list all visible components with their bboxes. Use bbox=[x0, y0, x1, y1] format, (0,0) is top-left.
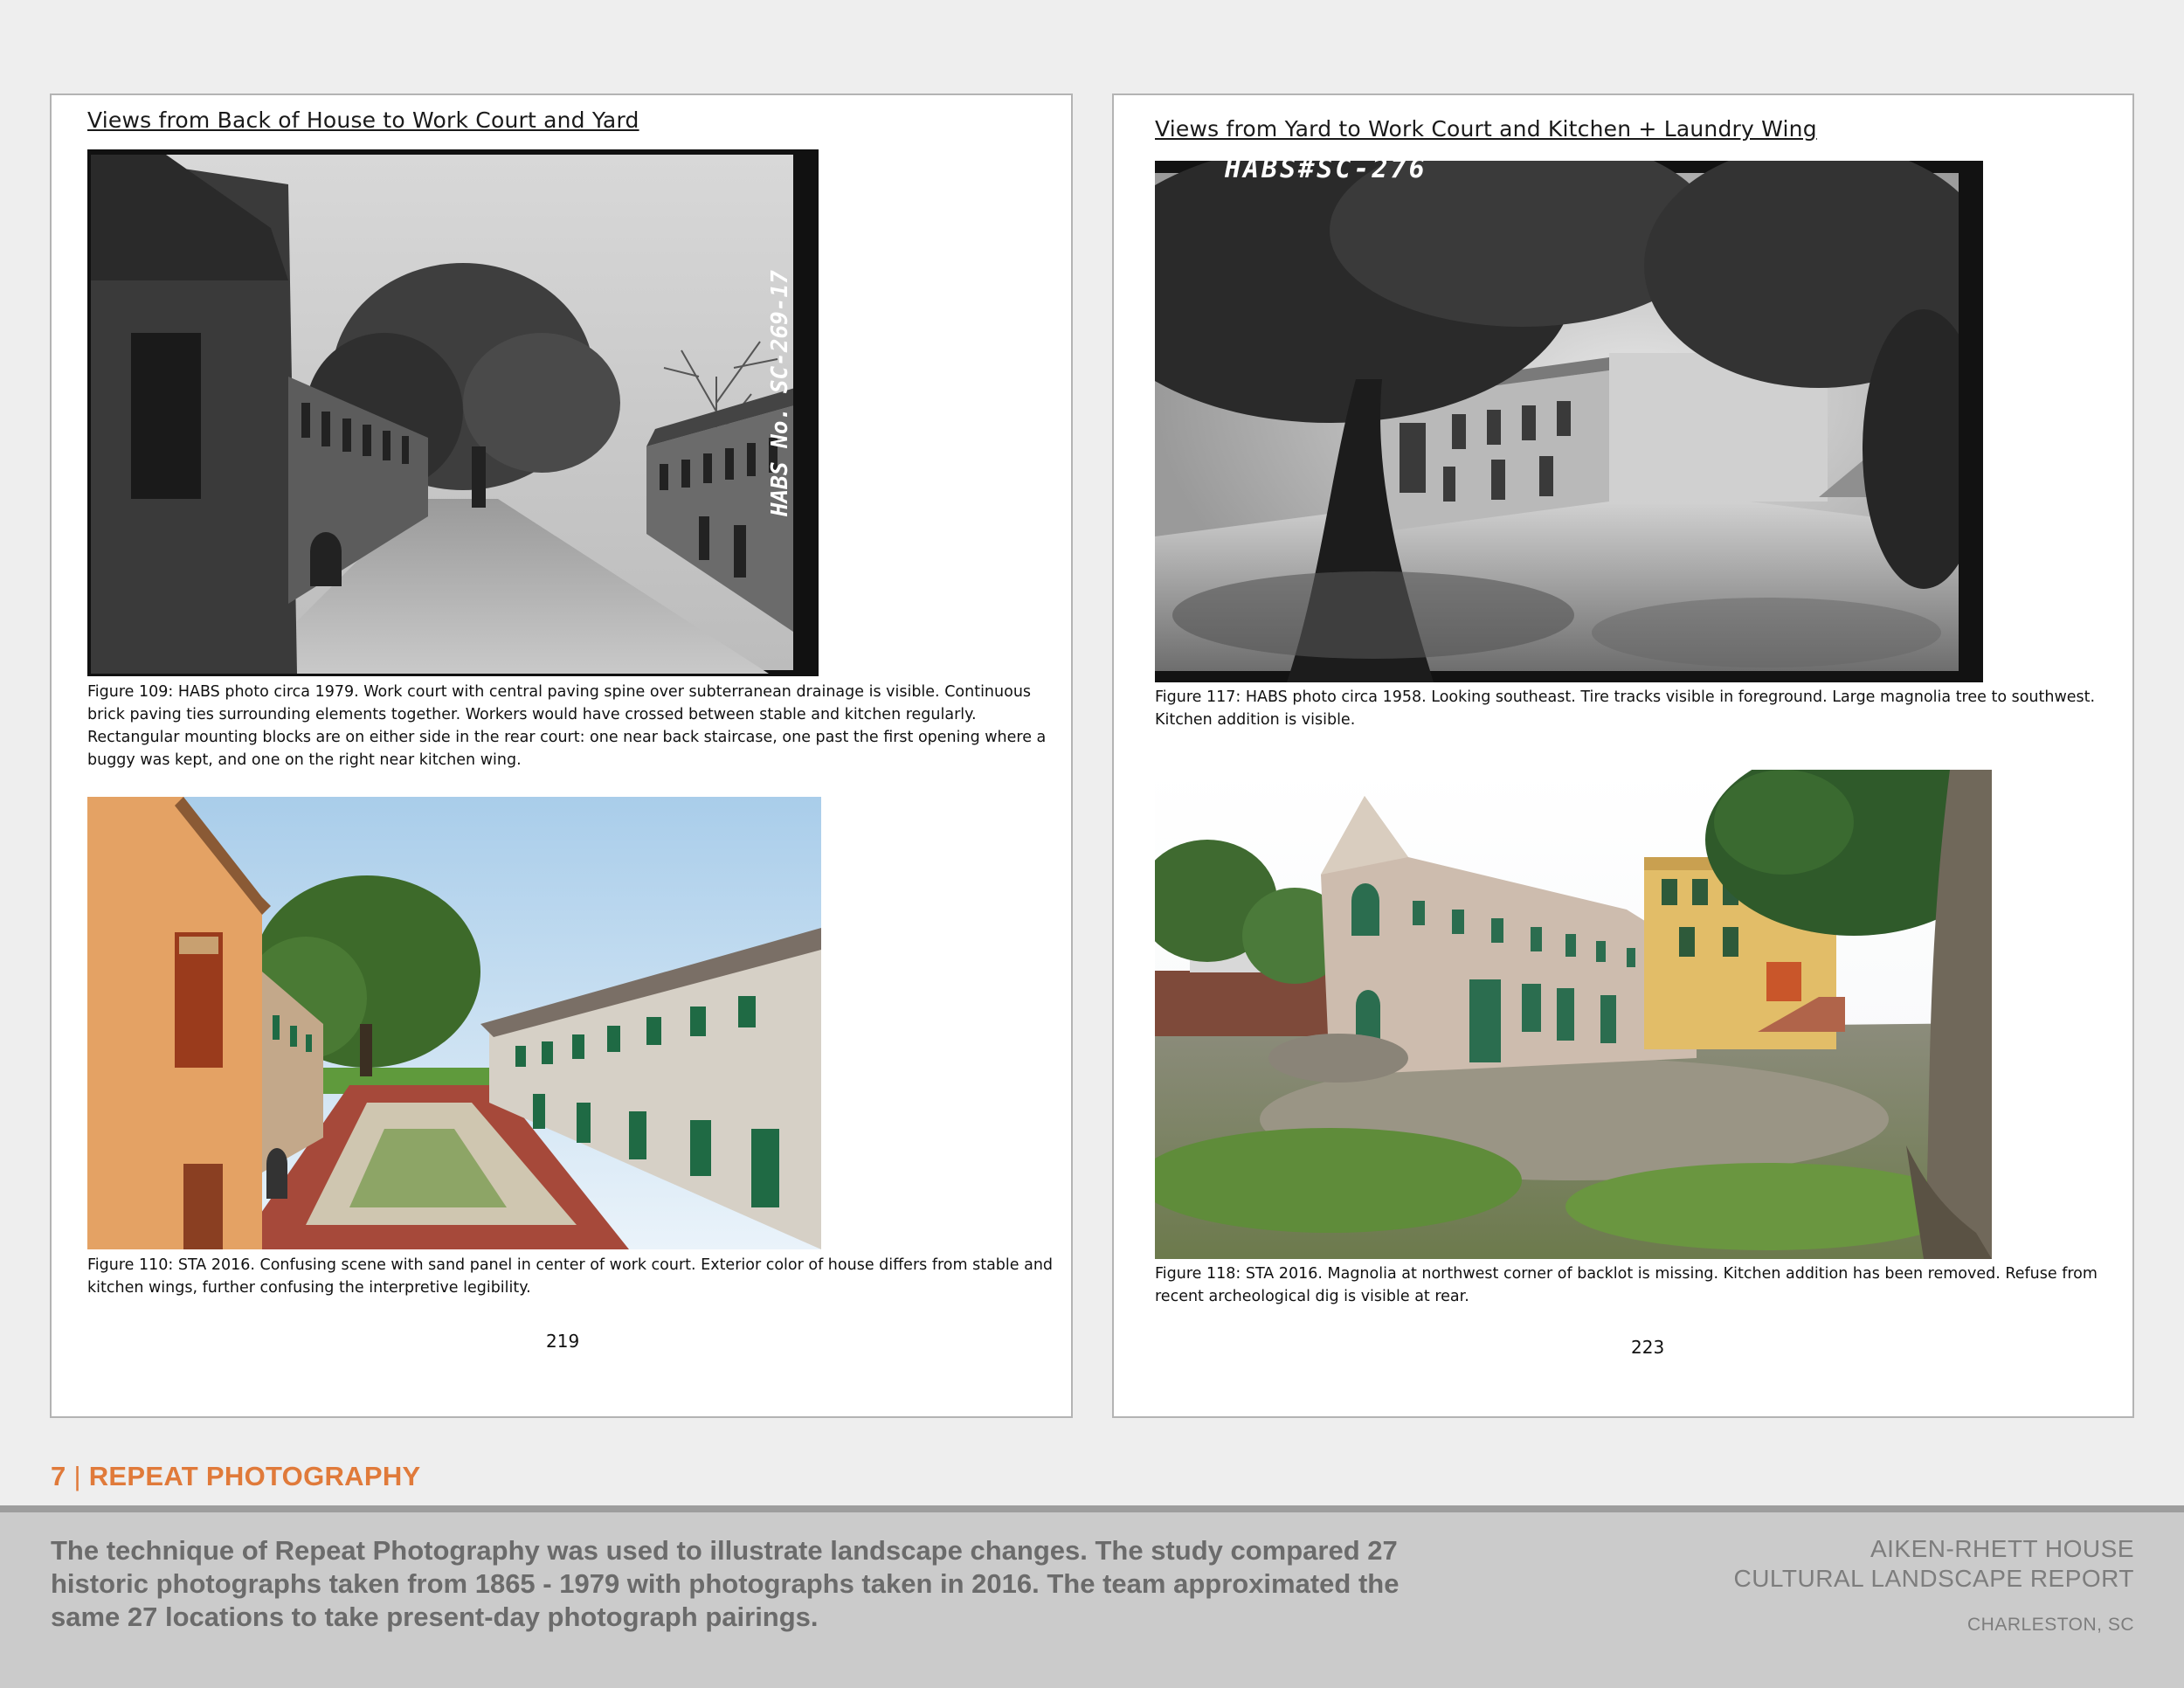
report-location: CHARLESTON, SC bbox=[1967, 1615, 2134, 1635]
figure-109-photo: HABS No. SC-269-17 bbox=[87, 149, 819, 676]
right-page-panel: Views from Yard to Work Court and Kitche… bbox=[1112, 93, 2134, 1418]
figure-109-negative-label: HABS No. SC-269-17 bbox=[767, 270, 793, 516]
figure-117-photo: HABS#SC-276 bbox=[1155, 161, 1983, 682]
figure-110-caption: Figure 110: STA 2016. Confusing scene wi… bbox=[87, 1256, 1054, 1297]
figure-118-photo bbox=[1155, 770, 1992, 1259]
report-title-line2: CULTURAL LANDSCAPE REPORT bbox=[1733, 1565, 2134, 1592]
section-title: 7 | REPEAT PHOTOGRAPHY bbox=[51, 1461, 421, 1492]
right-page-heading: Views from Yard to Work Court and Kitche… bbox=[1155, 116, 1817, 142]
report-title-line1: AIKEN-RHETT HOUSE bbox=[1870, 1535, 2134, 1562]
section-name: REPEAT PHOTOGRAPHY bbox=[88, 1461, 421, 1491]
right-page-number: 223 bbox=[1631, 1337, 1665, 1358]
figure-118-caption: Figure 118: STA 2016. Magnolia at northw… bbox=[1155, 1265, 2098, 1305]
figure-109-caption: Figure 109: HABS photo circa 1979. Work … bbox=[87, 683, 1047, 769]
footer-divider bbox=[0, 1505, 2184, 1512]
footer-description: The technique of Repeat Photography was … bbox=[51, 1535, 1400, 1632]
figure-117-caption: Figure 117: HABS photo circa 1958. Looki… bbox=[1155, 688, 2096, 729]
figure-110-photo bbox=[87, 797, 821, 1249]
left-page-heading: Views from Back of House to Work Court a… bbox=[87, 107, 639, 133]
section-number: 7 bbox=[51, 1461, 66, 1491]
left-page-panel: Views from Back of House to Work Court a… bbox=[50, 93, 1073, 1418]
left-page-number: 219 bbox=[546, 1331, 580, 1352]
section-separator: | bbox=[73, 1461, 81, 1491]
figure-117-negative-label: HABS#SC-276 bbox=[1225, 161, 1427, 184]
